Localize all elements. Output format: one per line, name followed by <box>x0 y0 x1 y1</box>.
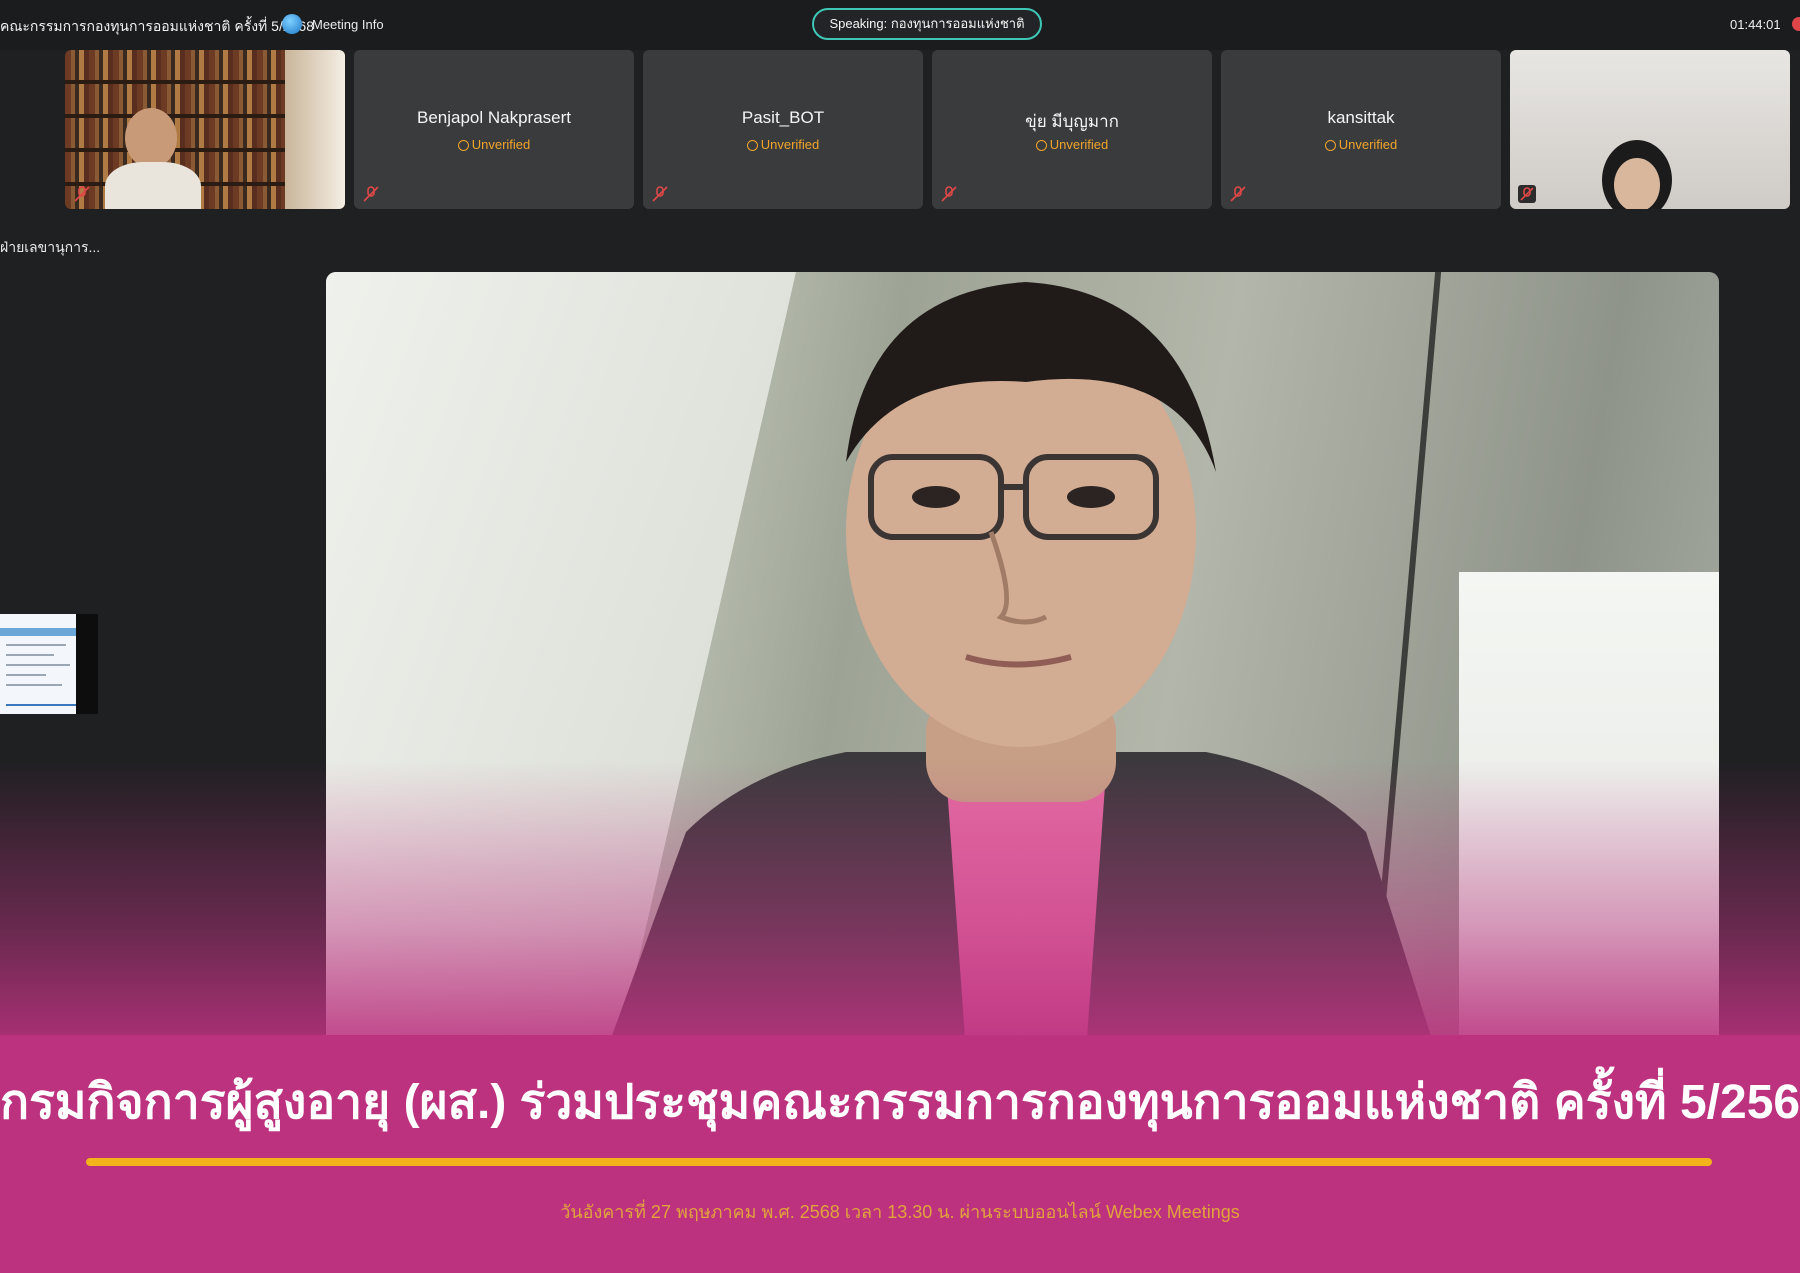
participant-video-tile-1[interactable] <box>65 50 345 209</box>
mute-icon <box>941 186 957 202</box>
mute-icon <box>1230 186 1246 202</box>
participant-tile-2[interactable]: Pasit_BOT Unverified <box>643 50 923 209</box>
mute-icon <box>74 186 90 202</box>
participant-status: Unverified <box>643 137 923 152</box>
unverified-clock-icon <box>1035 140 1047 151</box>
caption-divider <box>86 1158 1712 1166</box>
caption-subline: วันอังคารที่ 27 พฤษภาคม พ.ศ. 2568 เวลา 1… <box>560 1202 1240 1222</box>
mute-icon <box>652 186 668 202</box>
info-shield-icon[interactable] <box>282 14 302 34</box>
participant-name: Benjapol Nakprasert <box>416 108 572 127</box>
unverified-clock-icon <box>746 140 758 151</box>
elapsed-timer: 01:44:01 <box>1730 17 1781 32</box>
mute-icon <box>363 186 379 202</box>
recording-dot-icon <box>1792 17 1800 31</box>
participant-video-tile-2[interactable] <box>1510 50 1790 209</box>
participant-tile-4[interactable]: kansittak Unverified <box>1221 50 1501 209</box>
side-panel-label: ฝ่ายเลขานุการ... <box>0 239 101 255</box>
participant-avatar-video <box>125 108 177 168</box>
shared-screen-thumbnail[interactable] <box>0 614 98 714</box>
participant-name: Pasit_BOT <box>741 108 825 127</box>
participant-name: kansittak <box>1327 108 1395 127</box>
caption-headline: กรมกิจการผู้สูงอายุ (ผส.) ร่วมประชุมคณะก… <box>0 1076 1800 1129</box>
participant-tile-1[interactable]: Benjapol Nakprasert Unverified <box>354 50 634 209</box>
caption-gradient <box>0 760 1800 1060</box>
meeting-info-link[interactable]: Meeting Info <box>312 17 384 32</box>
participant-status: Unverified <box>1221 137 1501 152</box>
participant-status: Unverified <box>354 137 634 152</box>
mute-icon <box>1518 185 1536 203</box>
participant-name: ขุ่ย มีบุญมาก <box>1025 112 1119 131</box>
participant-status: Unverified <box>932 137 1212 152</box>
meeting-title: คณะกรรมการกองทุนการออมแห่งชาติ ครั้งที่ … <box>0 18 314 34</box>
unverified-clock-icon <box>1324 140 1336 151</box>
unverified-clock-icon <box>457 140 469 151</box>
meeting-topbar: คณะกรรมการกองทุนการออมแห่งชาติ ครั้งที่ … <box>0 0 1800 50</box>
speaking-indicator: Speaking: กองทุนการออมแห่งชาติ <box>812 8 1042 40</box>
participant-tile-3[interactable]: ขุ่ย มีบุญมาก Unverified <box>932 50 1212 209</box>
